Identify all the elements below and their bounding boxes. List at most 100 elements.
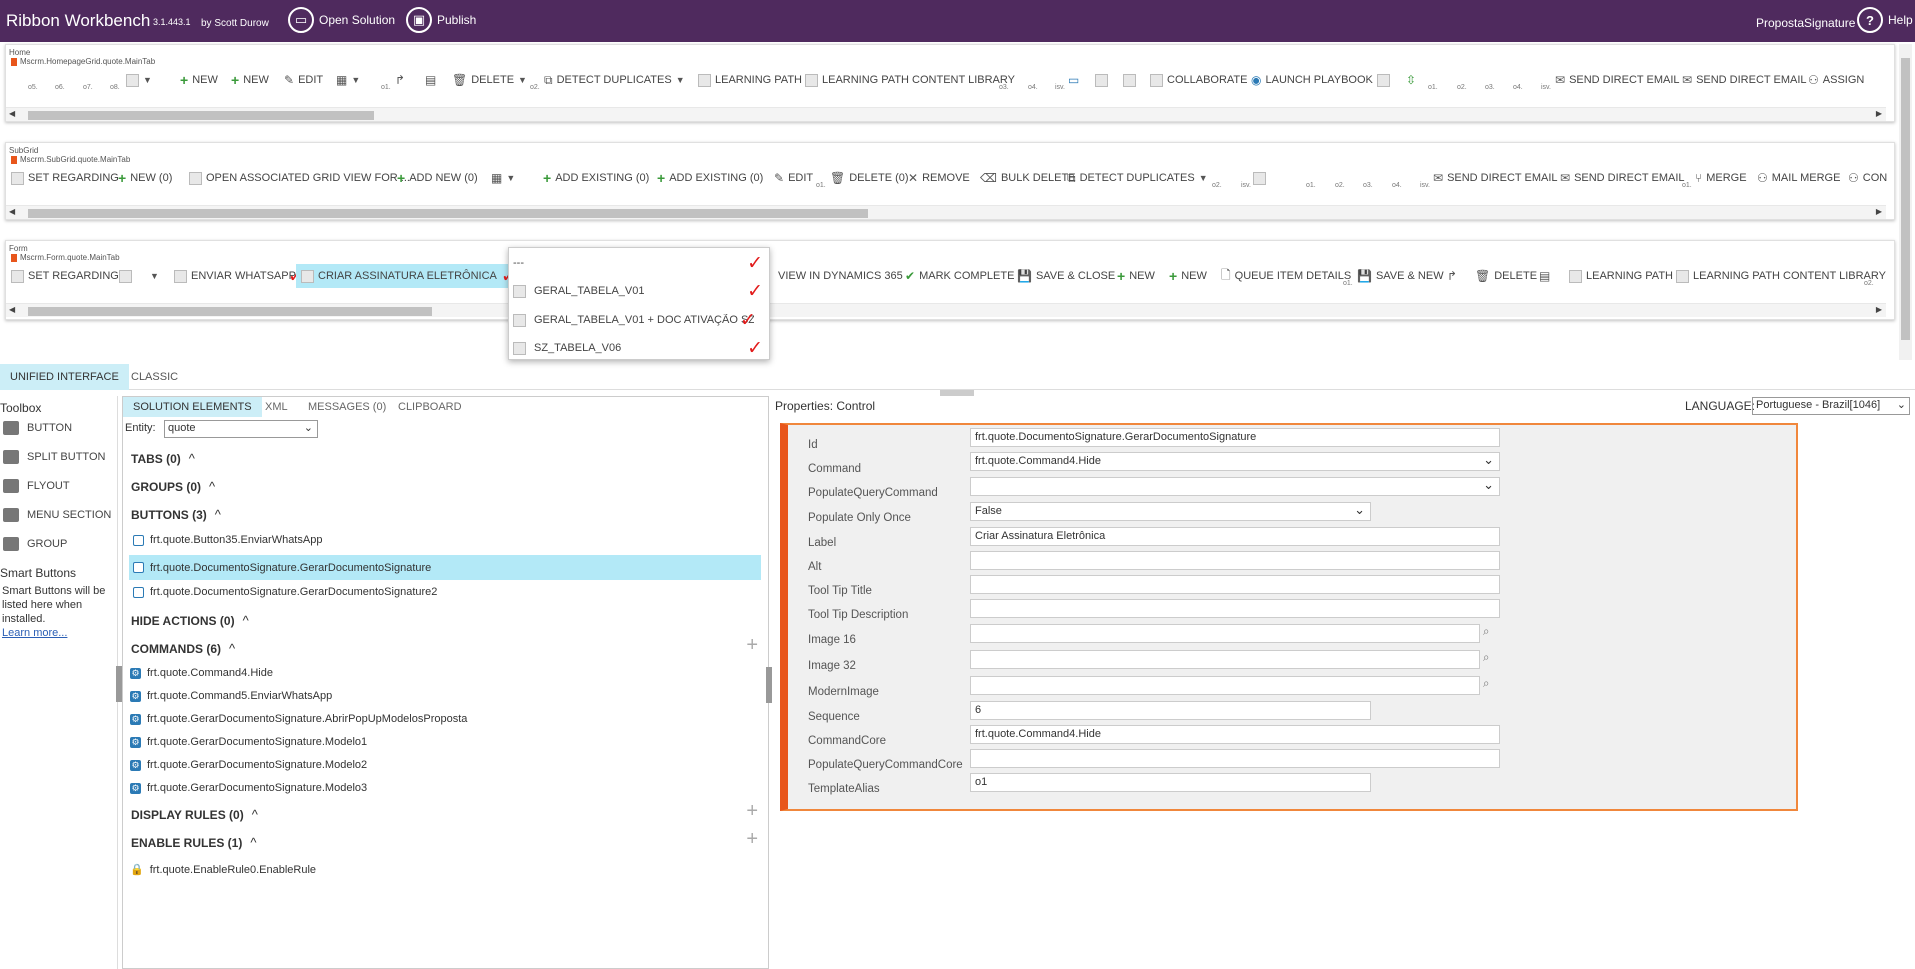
sg-send-direct-email-button-2[interactable]: ✉ SEND DIRECT EMAIL: [1560, 166, 1685, 190]
ribbon-home-scrollbar[interactable]: ◀ ▶: [6, 107, 1886, 121]
enable-rule-item[interactable]: 🔒 frt.quote.EnableRule0.EnableRule: [130, 863, 316, 877]
publish-button[interactable]: ▣ Publish: [406, 7, 476, 33]
toolbox-menu-section[interactable]: MENU SECTION: [3, 508, 111, 522]
prop-tooltipdescription-input[interactable]: [970, 599, 1500, 618]
home-learning-path-button[interactable]: LEARNING PATH: [698, 68, 802, 92]
form-list-button[interactable]: ▤: [1539, 264, 1550, 288]
search-icon[interactable]: ⌕: [1483, 626, 1489, 639]
ribbon-subgrid-scrollbar[interactable]: ◀ ▶: [6, 205, 1886, 219]
language-select[interactable]: Portuguese - Brazil[1046] ⌄: [1752, 397, 1910, 415]
form-delete-button[interactable]: 🗑 DELETE: [1475, 264, 1537, 288]
command-item[interactable]: ⚙ frt.quote.GerarDocumentoSignature.Abrir…: [130, 713, 467, 725]
learn-more-link[interactable]: Learn more...: [2, 627, 67, 639]
commands-section-header[interactable]: COMMANDS (6) ^: [131, 641, 235, 656]
prop-modernimage-input[interactable]: [970, 676, 1480, 695]
home-new-button[interactable]: + NEW: [180, 68, 218, 92]
prop-populatequerycommand-select[interactable]: [970, 477, 1500, 496]
hide-actions-section-header[interactable]: HIDE ACTIONS (0) ^: [131, 613, 249, 628]
sg-detect-duplicates-button[interactable]: ⧉ DETECT DUPLICATES ▼: [1067, 166, 1208, 190]
home-learning-path-library-button[interactable]: LEARNING PATH CONTENT LIBRARY: [805, 68, 1015, 92]
form-new-button[interactable]: + NEW: [1117, 264, 1155, 288]
ribbon-form-scrollbar[interactable]: ◀ ▶: [6, 303, 1886, 317]
prop-label-input[interactable]: Criar Assinatura Eletrônica: [970, 527, 1500, 546]
toolbox-split-button[interactable]: SPLIT BUTTON: [3, 450, 105, 464]
groups-section-header[interactable]: GROUPS (0) ^: [131, 479, 215, 494]
buttons-section-header[interactable]: BUTTONS (3) ^: [131, 507, 221, 522]
home-launch-playbook-button[interactable]: ◉ LAUNCH PLAYBOOK: [1251, 68, 1373, 92]
prop-sequence-input[interactable]: 6: [970, 701, 1371, 720]
form-save-new-button[interactable]: 💾 SAVE & NEW: [1357, 264, 1444, 288]
sg-blank-button[interactable]: [1253, 166, 1266, 190]
home-delete-button[interactable]: 🗑 DELETE ▼: [452, 68, 527, 92]
button-item-enviarwhatsapp[interactable]: frt.quote.Button35.EnviarWhatsApp: [133, 534, 322, 546]
command-item[interactable]: ⚙ frt.quote.Command5.EnviarWhatsApp: [130, 690, 332, 702]
home-card-button[interactable]: ▭: [1068, 68, 1079, 92]
search-icon[interactable]: ⌕: [1483, 652, 1489, 665]
sg-send-direct-email-button[interactable]: ✉ SEND DIRECT EMAIL: [1433, 166, 1558, 190]
button-item-gerardocumentosignature[interactable]: frt.quote.DocumentoSignature.GerarDocume…: [129, 555, 761, 580]
sg-delete-button[interactable]: 🗑 DELETE (0): [830, 166, 909, 190]
command-item[interactable]: ⚙ frt.quote.GerarDocumentoSignature.Model…: [130, 736, 367, 748]
form-enviar-whatsapp-button[interactable]: ENVIAR WHATSAPP✓: [174, 264, 304, 288]
prop-image16-input[interactable]: [970, 624, 1480, 643]
home-collaborate-button[interactable]: COLLABORATE: [1150, 68, 1248, 92]
search-icon[interactable]: ⌕: [1483, 678, 1489, 691]
form-queue-item-details-button[interactable]: 🗋 QUEUE ITEM DETAILS: [1221, 264, 1351, 288]
sg-add-existing-button-2[interactable]: + ADD EXISTING (0): [657, 166, 763, 190]
sg-remove-button[interactable]: ✕ REMOVE: [908, 166, 970, 190]
form-mark-complete-button[interactable]: ✔ MARK COMPLETE: [905, 264, 1014, 288]
tab-xml[interactable]: XML: [255, 397, 298, 417]
add-display-rule-icon[interactable]: +: [746, 800, 758, 823]
form-new-button-2[interactable]: + NEW: [1169, 264, 1207, 288]
tab-classic[interactable]: CLASSIC: [121, 364, 188, 390]
home-blank-button-3[interactable]: [1123, 68, 1136, 92]
form-share-button[interactable]: ↱: [1447, 264, 1457, 288]
command-item[interactable]: ⚙ frt.quote.GerarDocumentoSignature.Model…: [130, 782, 367, 794]
home-blank-button-2[interactable]: [1095, 68, 1108, 92]
tab-messages[interactable]: MESSAGES (0): [298, 397, 396, 417]
sg-edit-button[interactable]: ✎ EDIT: [774, 166, 813, 190]
add-enable-rule-icon[interactable]: +: [746, 828, 758, 851]
prop-image32-input[interactable]: [970, 650, 1480, 669]
prop-populateonlyonce-select[interactable]: False: [970, 502, 1371, 521]
form-blank-split-button[interactable]: ▼: [119, 264, 159, 288]
home-edit-button[interactable]: ✎ EDIT: [284, 68, 323, 92]
sg-set-regarding-button[interactable]: SET REGARDING: [11, 166, 119, 190]
sg-add-new-button[interactable]: + ADD NEW (0): [397, 166, 478, 190]
toolbox-flyout[interactable]: FLYOUT: [3, 479, 70, 493]
display-rules-section-header[interactable]: DISPLAY RULES (0) ^: [131, 807, 258, 822]
sg-merge-button[interactable]: ⑂ MERGE: [1695, 166, 1747, 190]
dropdown-item-geral-v01[interactable]: GERAL_TABELA_V01 ✓: [509, 278, 769, 304]
command-item[interactable]: ⚙ frt.quote.GerarDocumentoSignature.Model…: [130, 759, 367, 771]
home-send-direct-email-button[interactable]: ✉ SEND DIRECT EMAIL: [1555, 68, 1680, 92]
prop-templatealias-input[interactable]: o1: [970, 773, 1371, 792]
home-list-button[interactable]: ▤: [425, 68, 436, 92]
tabs-section-header[interactable]: TABS (0) ^: [131, 451, 195, 466]
toolbox-button[interactable]: BUTTON: [3, 421, 72, 435]
home-grid-button[interactable]: ▦ ▼: [336, 68, 360, 92]
home-send-direct-email-button-2[interactable]: ✉ SEND DIRECT EMAIL: [1682, 68, 1807, 92]
form-view-dynamics-button[interactable]: VIEW IN DYNAMICS 365: [778, 264, 903, 288]
prop-commandcore-input[interactable]: frt.quote.Command4.Hide: [970, 725, 1500, 744]
ribbon-vertical-scrollbar[interactable]: [1899, 44, 1912, 360]
left-panel-scroll-handle[interactable]: [766, 667, 772, 703]
prop-id-input[interactable]: frt.quote.DocumentoSignature.GerarDocume…: [970, 428, 1500, 447]
dropdown-item-blank[interactable]: --- ✓: [509, 250, 769, 276]
toolbox-group[interactable]: GROUP: [3, 537, 67, 551]
enable-rules-section-header[interactable]: ENABLE RULES (1) ^: [131, 835, 256, 850]
form-set-regarding-button[interactable]: SET REGARDING: [11, 264, 119, 288]
sg-new-button[interactable]: + NEW (0): [118, 166, 172, 190]
form-criar-assinatura-button[interactable]: CRIAR ASSINATURA ELETRÔNICA✓: [296, 264, 517, 288]
form-save-close-button[interactable]: 💾 SAVE & CLOSE: [1017, 264, 1115, 288]
sg-con-button[interactable]: ⚇ CON: [1848, 166, 1887, 190]
form-learning-path-library-button[interactable]: LEARNING PATH CONTENT LIBRARY: [1676, 264, 1886, 288]
prop-alt-input[interactable]: [970, 551, 1500, 570]
sg-open-associated-button[interactable]: OPEN ASSOCIATED GRID VIEW FOR ...: [189, 166, 410, 190]
sg-grid-button[interactable]: ▦ ▼: [491, 166, 515, 190]
help-button[interactable]: ? Help: [1857, 7, 1913, 33]
entity-select[interactable]: quote ⌄: [164, 420, 318, 438]
home-share-button[interactable]: ↱: [395, 68, 405, 92]
tab-solution-elements[interactable]: SOLUTION ELEMENTS: [123, 397, 262, 417]
sg-bulk-delete-button[interactable]: ⌫ BULK DELETE: [980, 166, 1076, 190]
tab-unified-interface[interactable]: UNIFIED INTERFACE: [0, 364, 129, 390]
